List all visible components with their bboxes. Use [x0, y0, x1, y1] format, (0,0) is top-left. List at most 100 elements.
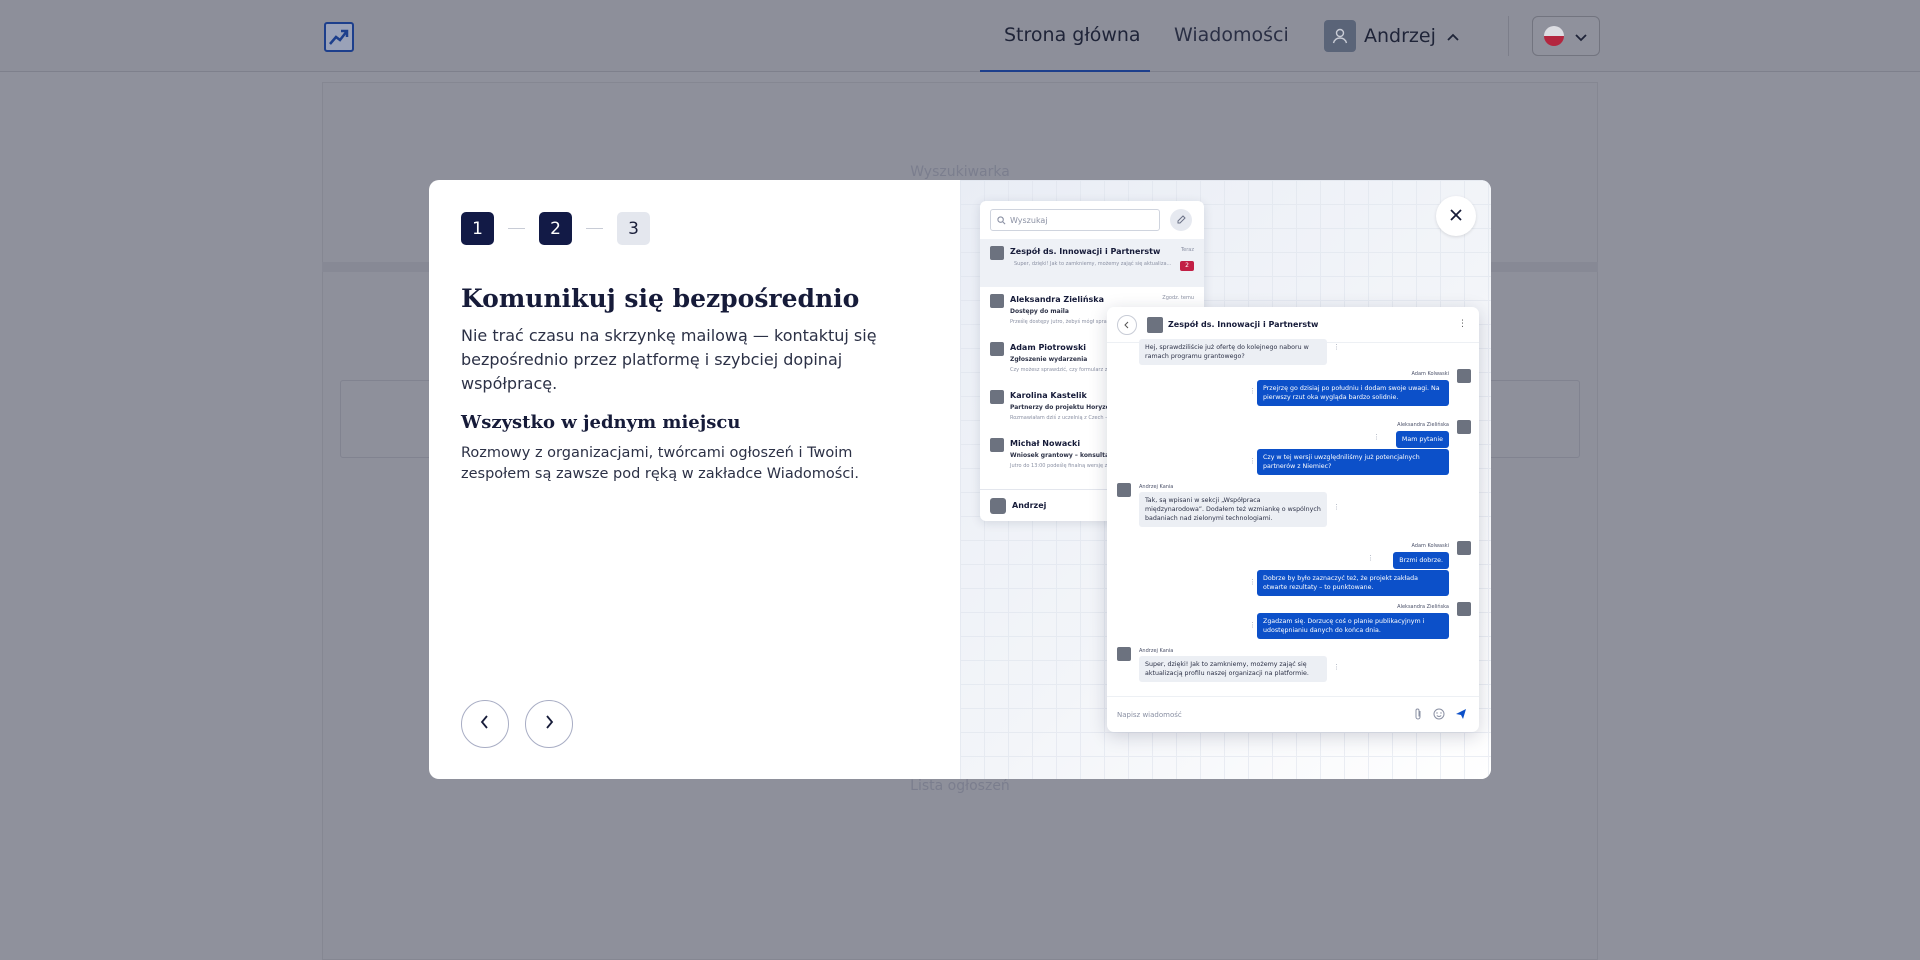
message-options-icon: ⋮: [1333, 343, 1340, 351]
previous-step-button[interactable]: [461, 700, 509, 748]
conversation-name: Adam Piotrowski: [1010, 343, 1087, 352]
chat-message: Czy w tej wersji uwzględniliśmy już pote…: [1257, 449, 1449, 475]
modal-lead-text: Nie trać czasu na skrzynkę mailową — kon…: [461, 326, 877, 393]
conversation-subject: Dostępy do maila: [1010, 308, 1069, 315]
send-icon: [1456, 709, 1466, 719]
back-arrow-icon: [1117, 315, 1137, 335]
user-avatar: [1457, 420, 1471, 434]
message-author: Adam Kolwaski: [1411, 371, 1449, 377]
nav-messages-link[interactable]: Wiadomości: [1174, 24, 1289, 46]
message-author: Adam Kolwaski: [1411, 543, 1449, 549]
user-avatar-icon: [1324, 20, 1356, 52]
modal-illustration-panel: Wyszukaj Zespół ds. Innowacji i Partners…: [960, 180, 1491, 779]
nav-divider: [1508, 16, 1509, 56]
chat-message: Super, dzięki! Jak to zamkniemy, możemy …: [1139, 656, 1327, 682]
message-options-icon: ⋮: [1249, 621, 1256, 629]
user-name: Andrzej: [1364, 25, 1436, 47]
chat-message: Dobrze by było zaznaczyć też, że projekt…: [1257, 570, 1449, 596]
user-avatar: [1457, 602, 1471, 616]
user-avatar: [1117, 647, 1131, 661]
message-options-icon: ⋮: [1249, 578, 1256, 586]
next-step-button[interactable]: [525, 700, 573, 748]
step-connector: [586, 228, 603, 229]
close-icon: [1449, 207, 1463, 226]
step-connector: [508, 228, 525, 229]
search-icon: [997, 215, 1006, 224]
chat-input-bar: Napisz wiadomość: [1107, 696, 1479, 732]
inbox-search-placeholder: Wyszukaj: [1010, 215, 1048, 225]
conversation-preview: Jutro do 13:00 podeślę finalną wersję z.…: [1010, 463, 1113, 469]
step-1[interactable]: 1: [461, 212, 494, 245]
close-modal-button[interactable]: [1436, 196, 1476, 236]
conversation-name: Karolina Kastelik: [1010, 391, 1087, 400]
conversation-preview: Super, dzięki! Jak to zamkniemy, możemy …: [1014, 261, 1172, 267]
nav-active-underline: [980, 70, 1150, 72]
user-avatar: [1457, 369, 1471, 383]
conversation-subject: Partnerzy do projektu Horyzont: [1010, 404, 1117, 411]
chat-title: Zespół ds. Innowacji i Partnerstw: [1168, 320, 1319, 329]
message-options-icon: ⋮: [1249, 457, 1256, 465]
more-options-icon: ⋮: [1458, 319, 1467, 329]
conversation-subject: Zgłoszenie wydarzenia: [1010, 356, 1088, 363]
message-options-icon: ⋮: [1333, 663, 1340, 671]
conversation-time: Teraz: [1180, 247, 1194, 253]
chat-message: Hej, sprawdziliście już ofertę do kolejn…: [1139, 339, 1327, 365]
conversation-time: Zgodz. temu: [1162, 295, 1194, 301]
conversation-name: Zespół ds. Innowacji i Partnerstw: [1010, 247, 1161, 256]
message-options-icon: ⋮: [1333, 503, 1340, 511]
attachment-icon: [1415, 708, 1421, 720]
search-section-label: Wyszukiwarka: [910, 164, 1010, 180]
inbox-user-name: Andrzej: [1012, 501, 1047, 510]
chat-message: Tak, są wpisani w sekcji „Współpraca mię…: [1139, 492, 1327, 527]
user-avatar: [1117, 483, 1131, 497]
chat-message: Mam pytanie: [1395, 431, 1449, 448]
conversation-subject: Wniosek grantowy – konsultacja: [1010, 452, 1119, 459]
user-avatar: [990, 342, 1004, 356]
message-author: Andrzej Kania: [1139, 484, 1174, 490]
user-avatar: [990, 438, 1004, 452]
modal-text-panel: 1 2 3 Komunikuj się bezpośrednio Nie tra…: [429, 180, 960, 779]
chat-message: Zgadzam się. Dorzucę coś o planie publik…: [1257, 613, 1449, 639]
message-options-icon: ⋮: [1373, 433, 1380, 441]
group-avatar: [990, 246, 1004, 260]
user-avatar: [990, 390, 1004, 404]
message-author: Aleksandra Zielińska: [1397, 604, 1449, 610]
modal-body-text: Rozmowy z organizacjami, twórcami ogłosz…: [461, 445, 859, 482]
chevron-down-icon: [1574, 27, 1588, 46]
chevron-right-icon: [543, 714, 555, 734]
onboarding-modal: 1 2 3 Komunikuj się bezpośrednio Nie tra…: [429, 180, 1491, 779]
chat-input-actions: [1414, 708, 1467, 720]
chat-header: Zespół ds. Innowacji i Partnerstw ⋮: [1107, 307, 1479, 343]
conversation-name: Aleksandra Zielińska: [1010, 295, 1105, 304]
compose-icon: [1170, 209, 1192, 231]
user-avatar: [990, 294, 1004, 308]
message-options-icon: ⋮: [1249, 387, 1256, 395]
step-3[interactable]: 3: [617, 212, 650, 245]
top-navigation-bar: Strona główna Wiadomości Andrzej: [0, 0, 1920, 72]
inbox-search-field: Wyszukaj: [990, 209, 1160, 231]
step-indicator: 1 2 3: [461, 212, 650, 245]
chat-input-placeholder: Napisz wiadomość: [1117, 711, 1182, 719]
group-avatar: [1147, 317, 1163, 333]
conversation-name: Michał Nowacki: [1010, 439, 1081, 448]
user-avatar: [1457, 541, 1471, 555]
unread-badge: 2: [1180, 261, 1194, 271]
conversation-item: Zespół ds. Innowacji i Partnerstw Teraz …: [980, 239, 1204, 287]
nav-home-link[interactable]: Strona główna: [1004, 24, 1141, 46]
user-menu-button[interactable]: Andrzej: [1324, 20, 1460, 52]
listings-section-label: Lista ogłoszeń: [910, 778, 1010, 794]
app-logo[interactable]: [324, 22, 354, 52]
chat-message: Brzmi dobrze.: [1393, 552, 1449, 569]
message-author: Aleksandra Zielińska: [1397, 422, 1449, 428]
chevron-left-icon: [479, 714, 491, 734]
step-2[interactable]: 2: [539, 212, 572, 245]
chat-illustration: Zespół ds. Innowacji i Partnerstw ⋮ Hej,…: [1107, 307, 1479, 732]
modal-subtitle: Wszystko w jednym miejscu: [461, 412, 741, 433]
language-selector[interactable]: [1532, 16, 1600, 56]
conversation-preview: Rozmawiałam dziś z uczelnią z Czech – są…: [1010, 415, 1120, 421]
user-avatar: [990, 498, 1006, 514]
message-author: Andrzej Kania: [1139, 648, 1174, 654]
message-options-icon: ⋮: [1367, 554, 1374, 562]
poland-flag-icon: [1544, 26, 1564, 46]
emoji-icon: [1433, 708, 1445, 720]
